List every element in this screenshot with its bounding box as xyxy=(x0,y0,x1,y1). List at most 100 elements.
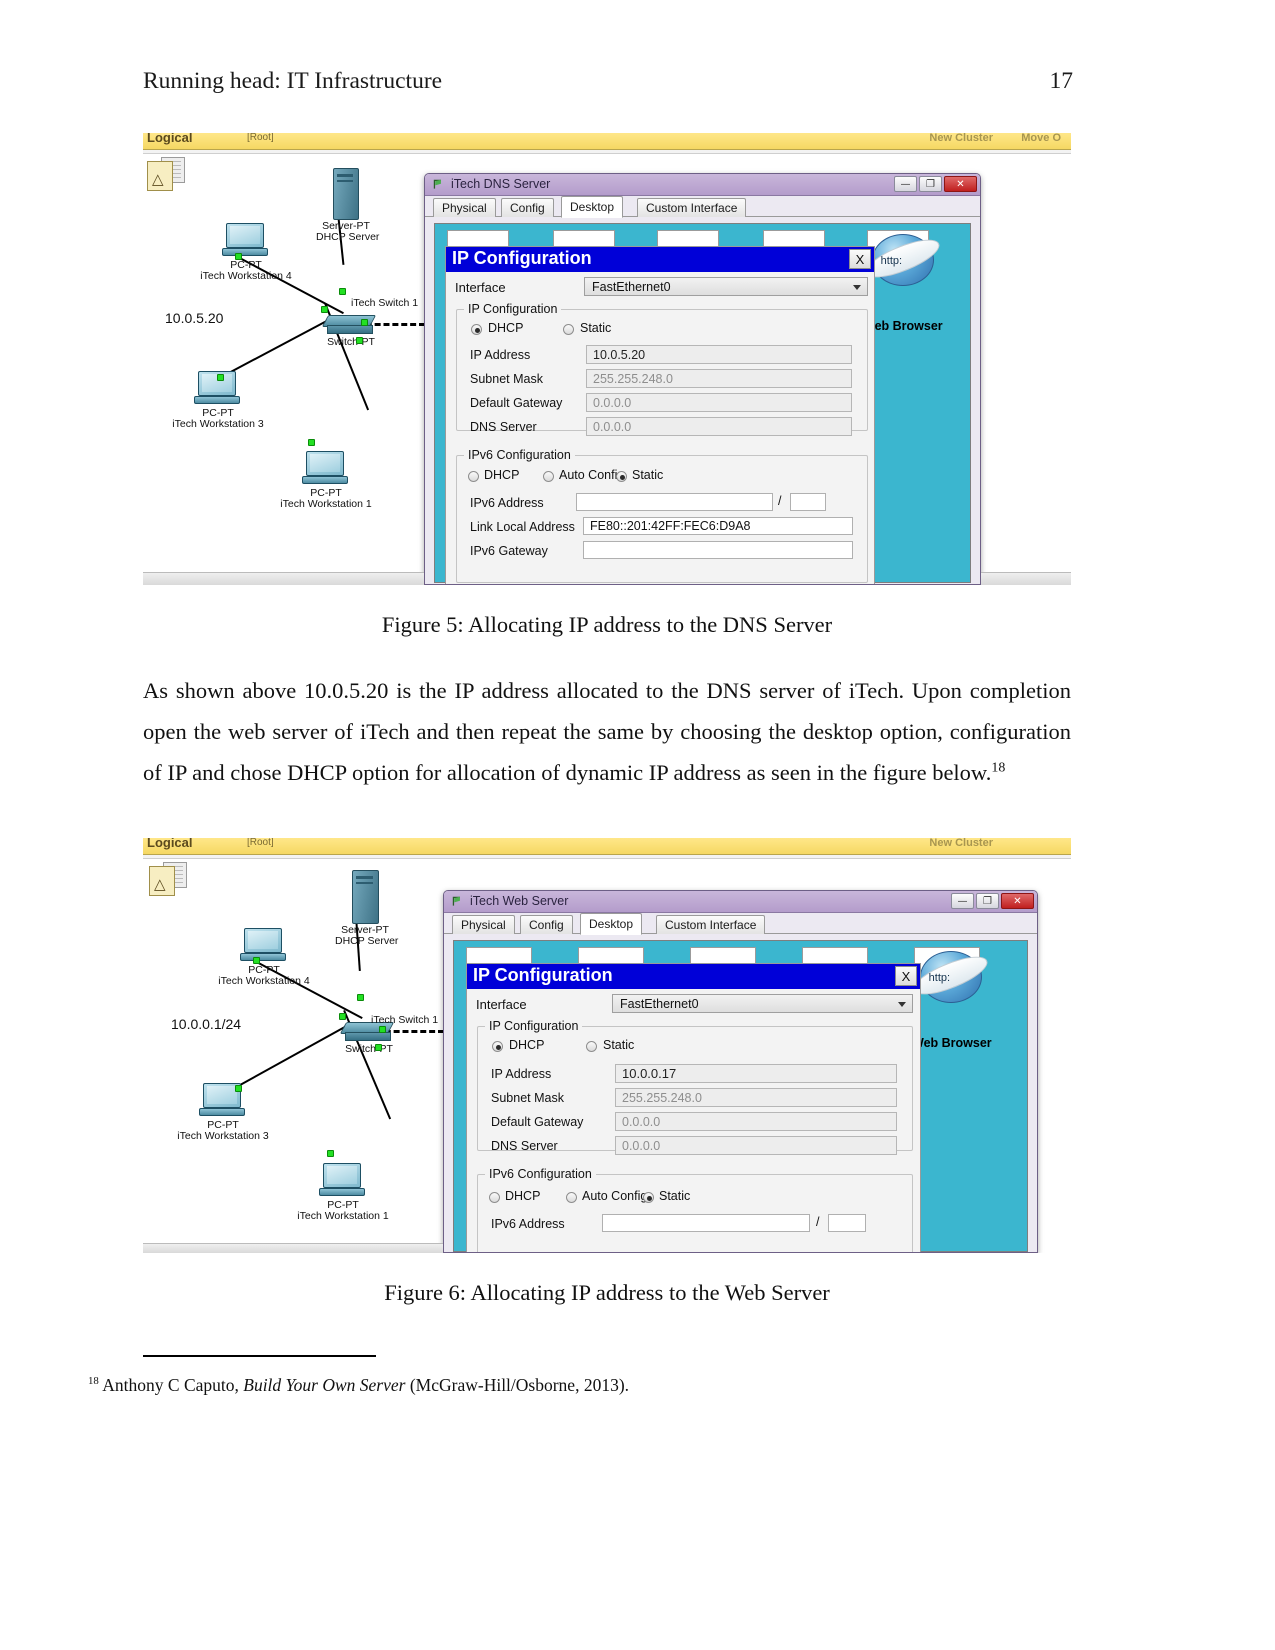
ipv6-static-label-1: Static xyxy=(632,468,664,482)
device-dhcp-server-2[interactable]: Server-PT DHCP Server xyxy=(335,870,398,947)
dns-server-label-1: DNS Server xyxy=(470,420,537,434)
subnet-mask-field-2[interactable]: 255.255.248.0 xyxy=(615,1088,897,1107)
ipv6-autoconfig-label-2: Auto Config xyxy=(582,1189,648,1203)
dns-server-field-1[interactable]: 0.0.0.0 xyxy=(586,417,852,436)
maximize-button-2[interactable]: ❐ xyxy=(976,893,999,909)
subnet-mask-field-1[interactable]: 255.255.248.0 xyxy=(586,369,852,388)
device-window-web-server[interactable]: iTech Web Server — ❐ ✕ Physical Config D… xyxy=(443,890,1038,1253)
ip-configuration-dialog-1[interactable]: IP Configuration X Interface FastEtherne… xyxy=(445,246,875,584)
logical-tab-1[interactable]: Logical xyxy=(147,133,193,145)
device-workstation-4-2[interactable]: PC-PT iTech Workstation 4 xyxy=(209,928,319,987)
close-button-1[interactable]: ✕ xyxy=(944,176,977,192)
device-switch-1[interactable]: Switch-PT xyxy=(311,313,391,348)
ipv6-address-field-2[interactable] xyxy=(602,1214,810,1232)
running-head-text: Running head: IT Infrastructure xyxy=(143,68,443,94)
ipv6-autoconfig-radio-2[interactable] xyxy=(566,1192,577,1203)
window-tabs-1[interactable]: Physical Config Desktop Custom Interface xyxy=(425,196,980,218)
interface-select-2[interactable]: FastEthernet0 xyxy=(612,994,913,1013)
web-browser-icon-2[interactable]: http: xyxy=(909,949,993,1003)
device-workstation-3-2[interactable]: PC-PT iTech Workstation 3 xyxy=(168,1083,278,1142)
device-dhcp-server-1[interactable]: Server-PT DHCP Server xyxy=(316,168,379,243)
window-title-1: iTech DNS Server xyxy=(451,177,551,191)
close-button-2[interactable]: ✕ xyxy=(1001,893,1034,909)
tab-desktop-1[interactable]: Desktop xyxy=(561,196,624,218)
switch-name-label-1: iTech Switch 1 xyxy=(351,297,419,309)
note-icon-1[interactable]: △ xyxy=(147,157,185,191)
ipv6-dhcp-label-2: DHCP xyxy=(505,1189,541,1203)
packet-tracer-toolbar-1: Logical [Root] New Cluster Move O xyxy=(143,133,1071,150)
packet-tracer-app-icon-2 xyxy=(452,896,460,906)
window-titlebar-2[interactable]: iTech Web Server — ❐ ✕ xyxy=(444,891,1037,913)
device-workstation-4-1[interactable]: PC-PT iTech Workstation 4 xyxy=(191,223,301,282)
switch-icon-1 xyxy=(321,313,377,337)
default-gateway-label-1: Default Gateway xyxy=(470,396,563,410)
footnote-marker-inline[interactable]: 18 xyxy=(991,761,1005,776)
window-titlebar-1[interactable]: iTech DNS Server — ❐ ✕ xyxy=(425,174,980,196)
prefix-separator-1: / xyxy=(778,494,782,508)
ipv6-group-label-1: IPv6 Configuration xyxy=(464,448,575,462)
tab-custom-interface-1[interactable]: Custom Interface xyxy=(637,198,747,217)
ip-address-label-1: IP Address xyxy=(470,348,531,362)
window-tabs-2[interactable]: Physical Config Desktop Custom Interface xyxy=(444,913,1037,935)
device-workstation-1-1[interactable]: PC-PT iTech Workstation 1 xyxy=(271,451,381,510)
ipv6-autoconfig-radio-1[interactable] xyxy=(543,471,554,482)
link-local-field-1[interactable]: FE80::201:42FF:FEC6:D9A8 xyxy=(583,517,853,535)
web-browser-label-2: Web Browser xyxy=(912,1036,992,1050)
ip-configuration-dialog-2[interactable]: IP Configuration X Interface FastEtherne… xyxy=(466,963,921,1252)
subnet-mask-label-2: Subnet Mask xyxy=(491,1091,564,1105)
tab-physical-2[interactable]: Physical xyxy=(452,915,515,934)
tab-config-1[interactable]: Config xyxy=(501,198,554,217)
ip-config-close-button-2[interactable]: X xyxy=(895,966,917,986)
dhcp-radio-2[interactable] xyxy=(492,1041,503,1052)
default-gateway-field-2[interactable]: 0.0.0.0 xyxy=(615,1112,897,1131)
device-name-label: iTech Workstation 1 xyxy=(297,1210,389,1223)
ipv6-gateway-field-1[interactable] xyxy=(583,541,853,559)
web-browser-icon-1[interactable]: http: xyxy=(861,232,945,286)
ipv4-group-label-2: IP Configuration xyxy=(485,1019,583,1033)
ipv6-prefix-field-2[interactable] xyxy=(828,1214,866,1232)
new-cluster-button-2[interactable]: New Cluster xyxy=(929,838,993,849)
tab-desktop-2[interactable]: Desktop xyxy=(580,913,643,935)
interface-select-1[interactable]: FastEthernet0 xyxy=(584,277,868,296)
note-glyph-icon: △ xyxy=(152,170,164,188)
horizontal-scrollbar-1b[interactable] xyxy=(981,572,1071,585)
ipv6-static-radio-2[interactable] xyxy=(643,1192,654,1203)
static-radio-label-2: Static xyxy=(603,1038,635,1052)
window-controls-2[interactable]: — ❐ ✕ xyxy=(951,893,1034,909)
static-radio-label-1: Static xyxy=(580,321,612,335)
note-icon-2[interactable]: △ xyxy=(149,862,187,896)
static-radio-1[interactable] xyxy=(563,324,574,335)
dhcp-radio-1[interactable] xyxy=(471,324,482,335)
ip-address-field-2[interactable]: 10.0.0.17 xyxy=(615,1064,897,1083)
logical-tab-2[interactable]: Logical xyxy=(147,838,193,850)
ipv6-static-radio-1[interactable] xyxy=(616,471,627,482)
move-object-button-1[interactable]: Move O xyxy=(1021,133,1061,144)
ip-config-close-button-1[interactable]: X xyxy=(849,249,871,269)
default-gateway-field-1[interactable]: 0.0.0.0 xyxy=(586,393,852,412)
ipv6-address-field-1[interactable] xyxy=(576,493,773,511)
minimize-button-2[interactable]: — xyxy=(951,893,974,909)
static-radio-2[interactable] xyxy=(586,1041,597,1052)
ipv6-dhcp-radio-1[interactable] xyxy=(468,471,479,482)
tab-custom-interface-2[interactable]: Custom Interface xyxy=(656,915,766,934)
new-cluster-button-1[interactable]: New Cluster xyxy=(929,133,993,144)
link-status-dot xyxy=(308,439,315,446)
maximize-button-1[interactable]: ❐ xyxy=(919,176,942,192)
dns-server-field-2[interactable]: 0.0.0.0 xyxy=(615,1136,897,1155)
device-workstation-1-2[interactable]: PC-PT iTech Workstation 1 xyxy=(288,1163,398,1222)
server-icon-1 xyxy=(333,168,359,220)
ipv6-dhcp-radio-2[interactable] xyxy=(489,1192,500,1203)
tab-config-2[interactable]: Config xyxy=(520,915,573,934)
tab-physical-1[interactable]: Physical xyxy=(433,198,496,217)
device-window-dns-server[interactable]: iTech DNS Server — ❐ ✕ Physical Config D… xyxy=(424,173,981,585)
minimize-button-1[interactable]: — xyxy=(894,176,917,192)
ipv4-group-label-1: IP Configuration xyxy=(464,302,562,316)
root-label-1: [Root] xyxy=(247,133,274,143)
ip-address-field-1[interactable]: 10.0.5.20 xyxy=(586,345,852,364)
horizontal-scrollbar-2[interactable] xyxy=(143,1243,443,1253)
horizontal-scrollbar-1[interactable] xyxy=(143,572,424,585)
ip-config-titlebar-2: IP Configuration X xyxy=(467,964,920,989)
ipv6-prefix-field-1[interactable] xyxy=(790,493,826,511)
window-controls-1[interactable]: — ❐ ✕ xyxy=(894,176,977,192)
document-page: Running head: IT Infrastructure 17 Logic… xyxy=(0,0,1275,1650)
